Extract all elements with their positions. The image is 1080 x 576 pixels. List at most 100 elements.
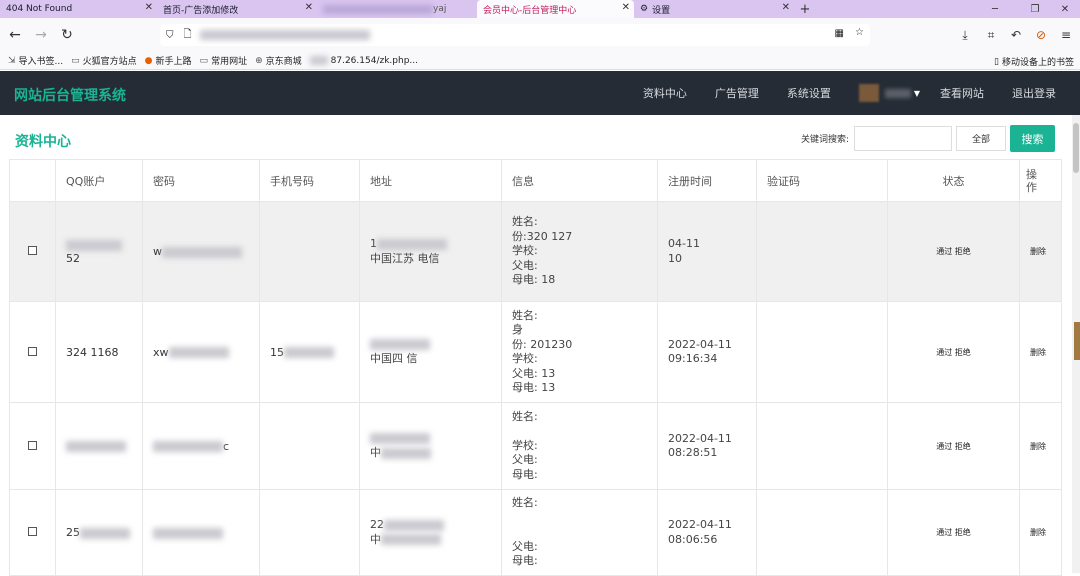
info-line: 份: 201230 <box>512 337 573 351</box>
qr-code-icon[interactable]: ▦ <box>835 28 844 39</box>
download-icon[interactable]: ⤓ <box>957 27 973 43</box>
user-menu[interactable]: ▼ <box>858 84 920 102</box>
redacted-region <box>309 56 328 65</box>
nav-logout[interactable]: 退出登录 <box>1012 85 1056 101</box>
redacted-region <box>381 534 441 545</box>
checkbox[interactable] <box>28 440 37 450</box>
action-cell: 删除 <box>1019 489 1062 576</box>
reject-link[interactable]: 拒绝 <box>955 247 971 256</box>
close-icon[interactable]: ✕ <box>622 2 630 13</box>
minimize-button[interactable]: ─ <box>980 0 1010 18</box>
tab-member-center[interactable]: 会员中心-后台管理中心 ✕ <box>477 0 634 18</box>
undo-icon[interactable]: ↶ <box>1008 27 1024 43</box>
delete-link[interactable]: 删除 <box>1030 528 1046 537</box>
search-button[interactable]: 搜索 <box>1010 125 1055 152</box>
maximize-button[interactable]: ❐ <box>1020 0 1050 18</box>
approve-link[interactable]: 通过 <box>936 528 952 537</box>
side-widget[interactable] <box>1074 322 1080 360</box>
bookmark-label: 87.26.154/zk.php... <box>330 55 418 66</box>
info-cell: 姓名: 父电: 母电: <box>501 489 658 576</box>
back-arrow-icon[interactable]: ← <box>6 26 24 44</box>
qq-value: 324 1168 <box>66 345 119 359</box>
tab-blurred[interactable]: yaj <box>317 0 477 18</box>
mobile-bookmarks[interactable]: ▯ 移动设备上的书签 <box>994 55 1074 69</box>
bookmark-firefox-official[interactable]: ▭ 火狐官方站点 <box>71 54 137 68</box>
page-title: 资料中心 <box>15 134 71 150</box>
date-value: 2022-04-11 <box>668 337 732 351</box>
status-cell: 通过 拒绝 <box>887 201 1020 302</box>
crop-icon[interactable]: ⌗ <box>983 27 999 43</box>
nav-profile-center[interactable]: 资料中心 <box>643 85 687 101</box>
col-password: 密码 <box>142 159 260 202</box>
bookmark-common-sites[interactable]: ▭ 常用网址 <box>200 54 248 68</box>
register-time-cell: 2022-04-11 08:28:51 <box>657 402 757 490</box>
info-line: 姓名: <box>512 409 538 423</box>
extension-icon[interactable]: ⊘ <box>1033 27 1049 43</box>
tab-settings[interactable]: ⚙ 设置 ✕ <box>634 0 794 18</box>
bookmark-admin[interactable]: 87.26.154/zk.php... <box>309 55 418 66</box>
globe-icon: ⊕ <box>255 55 263 66</box>
qq-cell: 52 <box>55 201 143 302</box>
new-tab-button[interactable]: + <box>794 0 816 18</box>
bookmark-getting-started[interactable]: ● 新手上路 <box>145 54 192 68</box>
info-line: 份:320 127 <box>512 229 573 243</box>
page-info-icon[interactable]: 🗋 <box>184 27 192 44</box>
date-value: 04-11 <box>668 237 700 250</box>
import-icon: ⇲ <box>8 55 16 66</box>
delete-link[interactable]: 删除 <box>1030 442 1046 451</box>
address-line: 中国江苏 电信 <box>370 251 440 265</box>
reload-icon[interactable]: ↻ <box>58 26 76 44</box>
password-value: c <box>223 439 230 453</box>
address-bar[interactable]: ⛉ 🗋 ▦ ☆ <box>160 24 870 46</box>
qq-cell <box>55 402 143 490</box>
password-value: w <box>153 245 162 258</box>
table-row: 25 22 中 姓名: 父电: 母电: 2022-04-11 08:06:56 … <box>9 489 1062 576</box>
forward-arrow-icon[interactable]: → <box>32 26 50 44</box>
checkbox[interactable] <box>28 346 37 356</box>
top-nav: 资料中心 广告管理 系统设置 ▼ 查看网站 退出登录 <box>643 71 1080 115</box>
row-select[interactable] <box>9 489 56 576</box>
shield-icon: ⛉ <box>166 29 174 41</box>
approve-link[interactable]: 通过 <box>936 247 952 256</box>
row-select[interactable] <box>9 301 56 403</box>
checkbox[interactable] <box>28 246 37 255</box>
scrollbar-thumb[interactable] <box>1073 123 1079 173</box>
checkbox[interactable] <box>28 527 37 536</box>
action-cell: 删除 <box>1019 301 1062 403</box>
close-icon[interactable]: ✕ <box>782 2 790 13</box>
tab-ad-edit[interactable]: 首页-广告添加修改 ✕ <box>157 0 317 18</box>
brand-title: 网站后台管理系统 <box>14 88 126 104</box>
approve-link[interactable]: 通过 <box>936 348 952 357</box>
redacted-region <box>168 347 229 358</box>
reject-link[interactable]: 拒绝 <box>955 348 971 357</box>
status-cell: 通过 拒绝 <box>887 489 1020 576</box>
nav-system-settings[interactable]: 系统设置 <box>787 85 831 101</box>
delete-link[interactable]: 删除 <box>1030 247 1046 256</box>
row-select[interactable] <box>9 402 56 490</box>
tab-404[interactable]: 404 Not Found ✕ <box>0 0 157 18</box>
search-input[interactable] <box>854 126 952 151</box>
bookmark-import[interactable]: ⇲ 导入书签... <box>8 54 63 68</box>
col-info: 信息 <box>501 159 658 202</box>
nav-view-site[interactable]: 查看网站 <box>940 85 984 101</box>
bookmark-jd[interactable]: ⊕ 京东商城 <box>255 54 302 68</box>
info-line: 姓名: <box>512 496 538 510</box>
row-select[interactable] <box>9 201 56 302</box>
reject-link[interactable]: 拒绝 <box>955 442 971 451</box>
phone-cell <box>259 201 360 302</box>
folder-icon: ▭ <box>71 55 80 66</box>
close-icon[interactable]: ✕ <box>145 2 153 13</box>
col-qq: QQ账户 <box>55 159 143 202</box>
nav-ad-management[interactable]: 广告管理 <box>715 85 759 101</box>
address-cell: 1 中国江苏 电信 <box>359 201 502 302</box>
redacted-region <box>66 441 126 452</box>
close-icon[interactable]: ✕ <box>305 2 313 13</box>
delete-link[interactable]: 删除 <box>1030 348 1046 357</box>
reject-link[interactable]: 拒绝 <box>955 528 971 537</box>
window-close-button[interactable]: ✕ <box>1050 0 1080 18</box>
search-scope-select[interactable]: 全部 <box>956 126 1006 151</box>
approve-link[interactable]: 通过 <box>936 442 952 451</box>
info-line: 学校: <box>512 352 538 365</box>
menu-icon[interactable]: ≡ <box>1058 27 1074 43</box>
star-icon[interactable]: ☆ <box>855 27 864 38</box>
